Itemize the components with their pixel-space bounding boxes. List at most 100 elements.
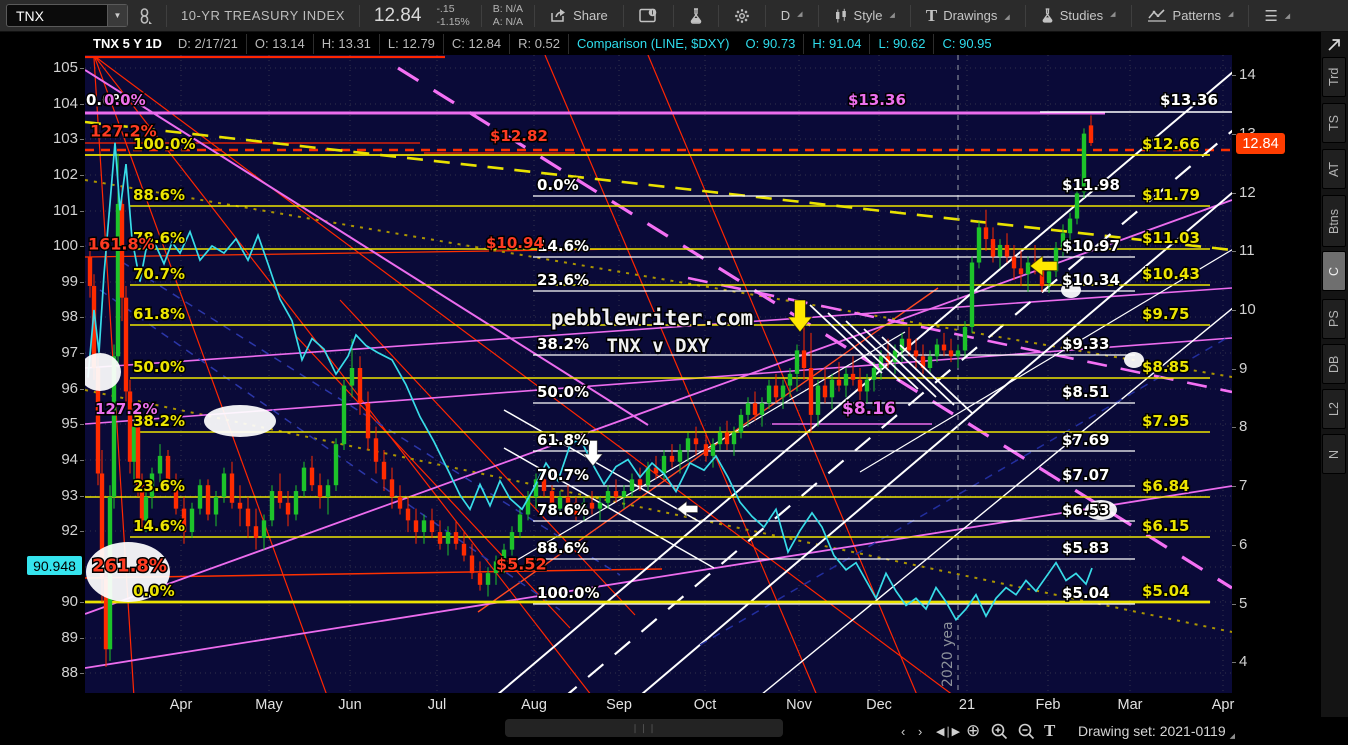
scroll-right-icon[interactable]: ›	[918, 717, 922, 745]
chart-canvas[interactable]: 100.0% $12.66 88.6% $11.79 78.6% $11.03 70.7% $…	[85, 55, 1232, 693]
ohlc-field: H: 13.31	[312, 34, 379, 54]
sidebar-tab-n[interactable]: N	[1322, 434, 1346, 474]
sidebar-tab-ps[interactable]: PS	[1322, 299, 1346, 339]
svg-text:$8.16: $8.16	[842, 399, 896, 419]
svg-text:pebblewriter.com: pebblewriter.com	[551, 306, 753, 330]
crosshair-icon[interactable]: ⊕	[966, 717, 980, 745]
drawings-label: Drawings	[943, 8, 998, 23]
fibonacci-lines[interactable]	[85, 154, 1210, 605]
bid-value: B: N/A	[492, 3, 524, 16]
divider	[1024, 4, 1026, 27]
pointer-tool-icon[interactable]	[1326, 36, 1343, 58]
comparison-price-badge: 90.948	[27, 556, 82, 575]
sidebar-tab-db[interactable]: DB	[1322, 344, 1346, 384]
left-axis-label: 90	[61, 593, 78, 610]
chevron-down-icon[interactable]: ▼	[107, 5, 127, 26]
symbol-select[interactable]: TNX ▼	[6, 4, 128, 27]
svg-text:$7.95: $7.95	[1142, 412, 1189, 430]
comparison-dxy-line[interactable]	[87, 142, 1093, 622]
pattern-zigzag-icon	[1147, 8, 1167, 23]
drawings-button[interactable]: T Drawings ◢	[916, 6, 1020, 26]
time-marker-label: 2020 yea	[940, 621, 956, 687]
right-axis-tick	[1232, 251, 1236, 252]
right-axis-label: 5	[1239, 595, 1248, 612]
chart-symbol-period[interactable]: TNX 5 Y 1D	[85, 34, 170, 54]
timeframe-button[interactable]: D ◢	[771, 8, 813, 23]
svg-text:100.0%: 100.0%	[537, 584, 599, 602]
left-axis-label: 100	[52, 237, 78, 254]
trendlines[interactable]	[85, 55, 1232, 693]
price-chart[interactable]: 100.0% $12.66 88.6% $11.79 78.6% $11.03 70.7% $…	[85, 55, 1232, 693]
svg-text:0.0%: 0.0%	[133, 582, 175, 600]
comparison-ohlc-field: C: 90.95	[933, 34, 999, 54]
drawing-set-label: Drawing set: 2021-0119	[1078, 723, 1226, 739]
sidebar-tab-at[interactable]: AT	[1322, 149, 1346, 189]
divider	[166, 4, 167, 27]
share-button[interactable]: Share	[540, 8, 618, 23]
svg-text:$13.36: $13.36	[1160, 91, 1218, 109]
settings-button[interactable]	[724, 8, 760, 24]
svg-text:261.8%: 261.8%	[92, 556, 167, 577]
pan-icon[interactable]: ◀❘▶	[936, 717, 960, 745]
left-axis-label: 104	[52, 95, 78, 112]
sidebar-tab-btns[interactable]: Btns	[1322, 195, 1346, 247]
sidebar-tab-trd[interactable]: Trd	[1322, 57, 1346, 97]
left-axis-label: 103	[52, 130, 78, 147]
horizontal-scrollbar[interactable]: ❘❘❘	[505, 719, 783, 737]
right-axis-tick	[1232, 545, 1236, 546]
left-axis-tick	[80, 175, 84, 176]
divider	[672, 4, 674, 27]
studies-button[interactable]: Studies ◢	[1031, 8, 1126, 23]
last-price: 12.84	[373, 4, 422, 26]
svg-text:$10.97: $10.97	[1062, 237, 1120, 255]
divider	[717, 4, 719, 27]
instrument-name: 10-YR TREASURY INDEX	[181, 8, 345, 23]
left-axis-tick	[80, 673, 84, 674]
panel-info-button[interactable]: i	[629, 8, 668, 23]
sidebar-tab-c[interactable]: C	[1322, 251, 1346, 291]
zoom-out-icon[interactable]	[1017, 717, 1036, 745]
style-label: Style	[853, 8, 883, 23]
left-axis-label: 98	[61, 308, 78, 325]
zoom-in-icon[interactable]	[990, 717, 1009, 745]
symbol-value: TNX	[16, 7, 44, 24]
svg-text:14.6%: 14.6%	[133, 517, 185, 535]
svg-text:88.6%: 88.6%	[133, 186, 185, 204]
corner-caret-icon: ◢	[1284, 12, 1291, 20]
corner-caret-icon: ◢	[797, 11, 803, 18]
svg-text:70.7%: 70.7%	[537, 466, 589, 484]
svg-text:$5.04: $5.04	[1062, 584, 1109, 602]
right-axis-label: 6	[1239, 536, 1248, 553]
comparison-label[interactable]: Comparison (LINE, $DXY)	[568, 34, 737, 54]
text-T-icon: T	[925, 5, 938, 25]
left-axis-label: 95	[61, 415, 78, 432]
text-tool-icon[interactable]: T	[1044, 717, 1055, 745]
sidebar-tab-ts[interactable]: TS	[1322, 103, 1346, 143]
scroll-left-icon[interactable]: ‹	[901, 717, 905, 745]
highlight-ellipses[interactable]	[85, 282, 1144, 602]
style-button[interactable]: Style ◢	[824, 8, 905, 24]
chart-menu-button[interactable]: ☰ ◢	[1254, 7, 1300, 25]
right-axis-tick	[1232, 369, 1236, 370]
divider	[534, 4, 536, 27]
svg-text:$5.04: $5.04	[1142, 582, 1189, 600]
right-axis-tick	[1232, 193, 1236, 194]
left-axis-tick	[80, 317, 84, 318]
left-axis-label: 99	[61, 273, 78, 290]
svg-text:$12.82: $12.82	[490, 127, 548, 145]
right-axis-label: 12	[1239, 184, 1256, 201]
right-axis-label: 11	[1239, 242, 1255, 259]
left-axis-tick	[80, 424, 84, 425]
sidebar-tab-l2[interactable]: L2	[1322, 389, 1346, 429]
bid-ask: B: N/A A: N/A	[487, 3, 529, 27]
svg-text:$12.66: $12.66	[1142, 135, 1200, 153]
analyze-button[interactable]	[679, 7, 713, 24]
link-icon[interactable]	[128, 7, 161, 24]
drawing-set-selector[interactable]: Drawing set: 2021-0119 ◢	[1078, 717, 1235, 745]
trading-platform-window: { "toolbar": { "symbol": "TNX", "symbol_…	[0, 0, 1348, 745]
x-axis-month-label: Apr	[169, 697, 193, 713]
patterns-button[interactable]: Patterns ◢	[1137, 8, 1244, 23]
svg-text:$11.03: $11.03	[1142, 229, 1200, 247]
corner-caret-icon: ◢	[889, 11, 895, 19]
x-axis-month-label: 21	[958, 697, 976, 713]
